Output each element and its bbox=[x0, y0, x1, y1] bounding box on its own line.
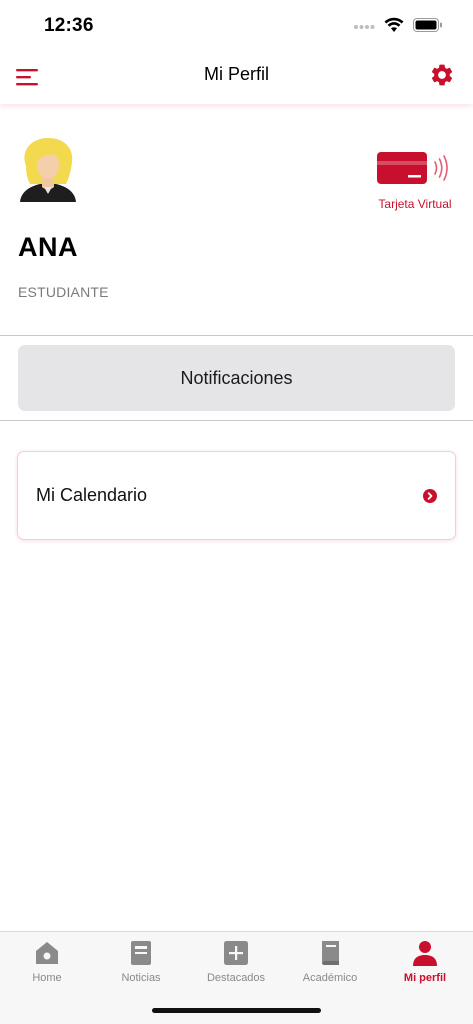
avatar bbox=[18, 136, 78, 204]
home-indicator bbox=[152, 1008, 321, 1013]
status-time: 12:36 bbox=[44, 15, 94, 36]
cellular-signal-icon bbox=[353, 18, 375, 36]
wifi-icon bbox=[384, 17, 404, 37]
tab-label: Home bbox=[32, 972, 62, 984]
profile-section: Tarjeta Virtual ANA ESTUDIANTE bbox=[0, 104, 473, 335]
status-icons bbox=[353, 17, 443, 37]
tab-mi-perfil[interactable]: Mi perfil bbox=[378, 940, 472, 990]
page-title: Mi Perfil bbox=[203, 64, 269, 84]
home-icon bbox=[34, 940, 60, 966]
profile-name: ANA bbox=[18, 232, 78, 262]
status-bar: 12:36 bbox=[0, 0, 473, 50]
divider bbox=[0, 335, 473, 336]
tab-label: Noticias bbox=[121, 972, 161, 984]
calendar-label: Mi Calendario bbox=[36, 485, 148, 505]
tab-label: Académico bbox=[302, 972, 358, 984]
nfc-card-icon bbox=[375, 152, 455, 190]
book-icon bbox=[317, 940, 343, 966]
virtual-card-button[interactable]: Tarjeta Virtual bbox=[375, 150, 455, 211]
person-icon bbox=[412, 940, 438, 966]
tab-destacados[interactable]: Destacados bbox=[189, 940, 283, 990]
header-bar: Mi Perfil bbox=[0, 50, 473, 104]
plus-box-icon bbox=[223, 940, 249, 966]
divider bbox=[0, 420, 473, 421]
virtual-card-label: Tarjeta Virtual bbox=[378, 197, 452, 211]
notifications-button-label: Notificaciones bbox=[180, 367, 293, 388]
tab-label: Mi perfil bbox=[403, 972, 447, 984]
chevron-right-icon bbox=[423, 489, 437, 503]
tab-noticias[interactable]: Noticias bbox=[94, 940, 188, 990]
calendar-card[interactable]: Mi Calendario bbox=[17, 451, 456, 540]
notifications-button[interactable]: Notificaciones bbox=[18, 345, 455, 411]
newspaper-icon bbox=[128, 940, 154, 966]
battery-icon bbox=[413, 17, 443, 37]
tab-home[interactable]: Home bbox=[0, 940, 94, 990]
tab-label: Destacados bbox=[206, 972, 266, 984]
gear-icon[interactable] bbox=[429, 62, 455, 88]
tab-academico[interactable]: Académico bbox=[283, 940, 377, 990]
profile-role: ESTUDIANTE bbox=[18, 284, 109, 300]
